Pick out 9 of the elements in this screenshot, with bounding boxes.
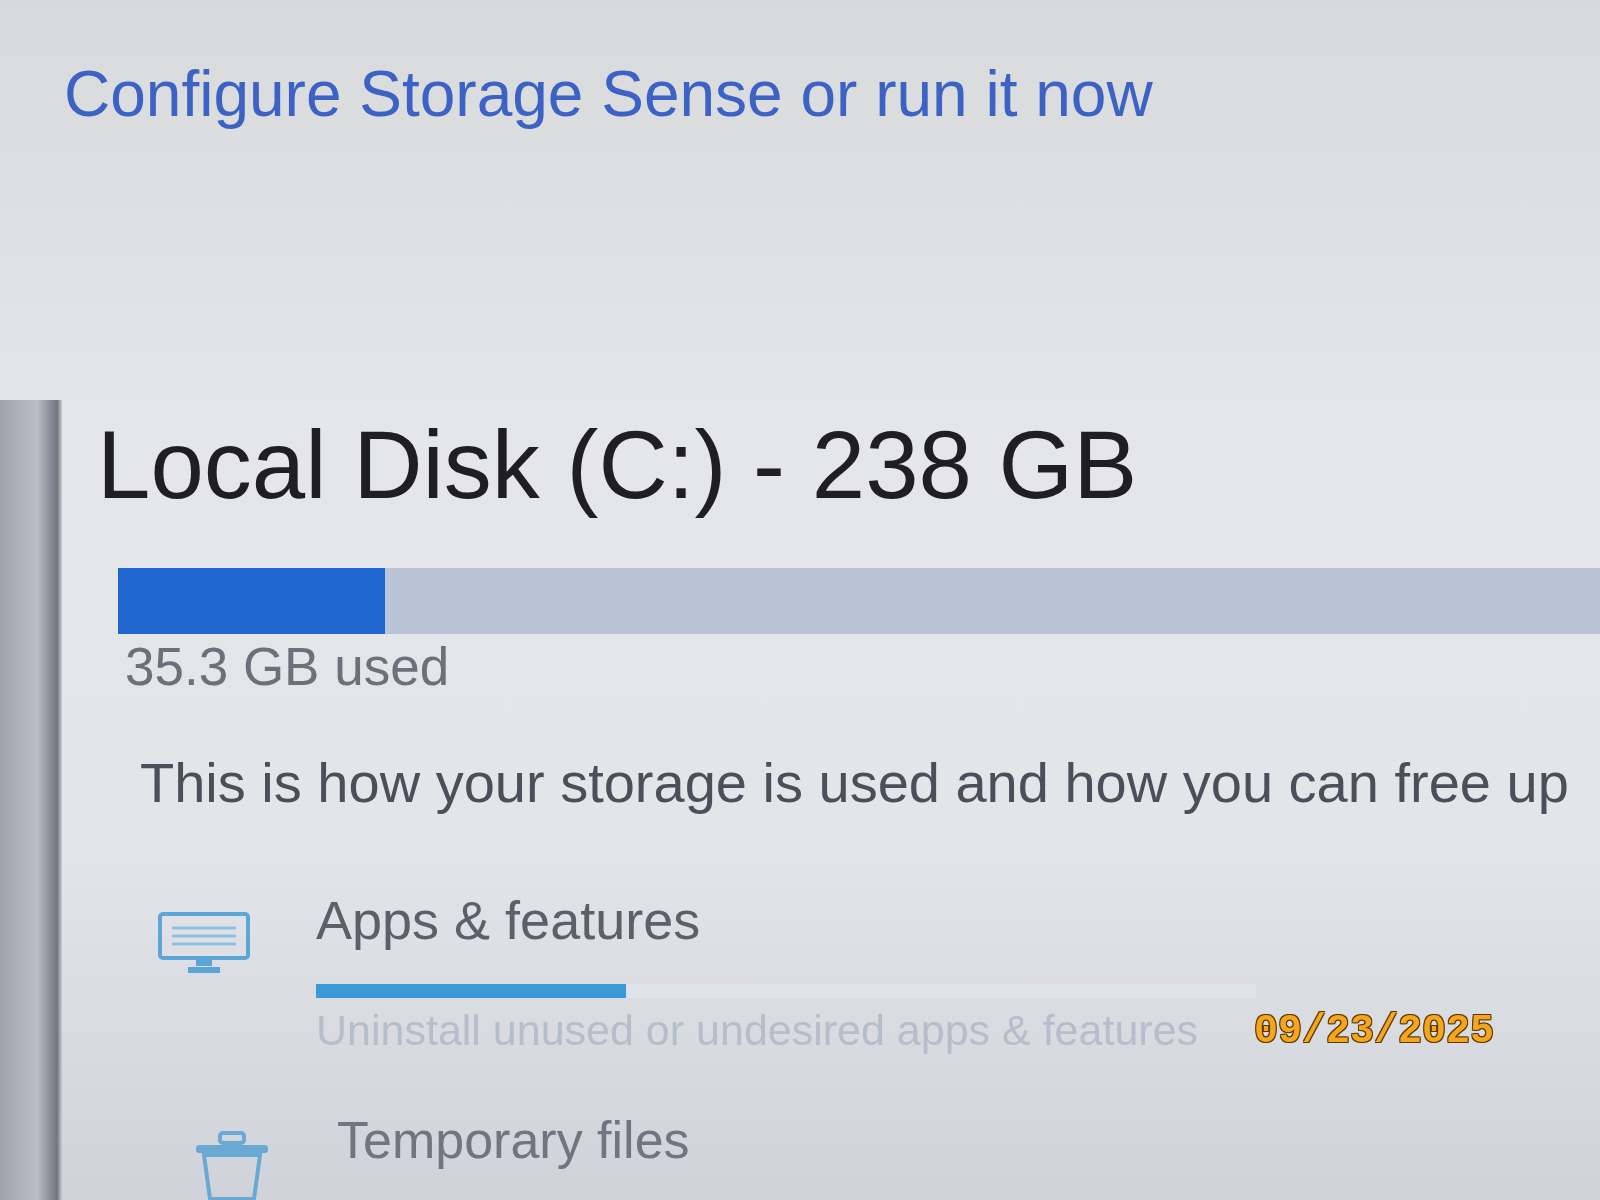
- category-title[interactable]: Temporary files: [337, 1109, 690, 1171]
- storage-description: This is how your storage is used and how you can free up: [140, 750, 1569, 816]
- trash-icon: [194, 1131, 270, 1200]
- used-space-label: 35.3 GB used: [125, 636, 450, 698]
- drive-title: Local Disk (C:) - 238 GB: [97, 410, 1138, 520]
- category-title[interactable]: Apps & features: [316, 890, 701, 950]
- storage-sense-link[interactable]: Configure Storage Sense or run it now: [64, 56, 1153, 132]
- monitor-icon: [158, 912, 250, 974]
- photo-date-label: 09/23/2025: [1254, 1008, 1495, 1056]
